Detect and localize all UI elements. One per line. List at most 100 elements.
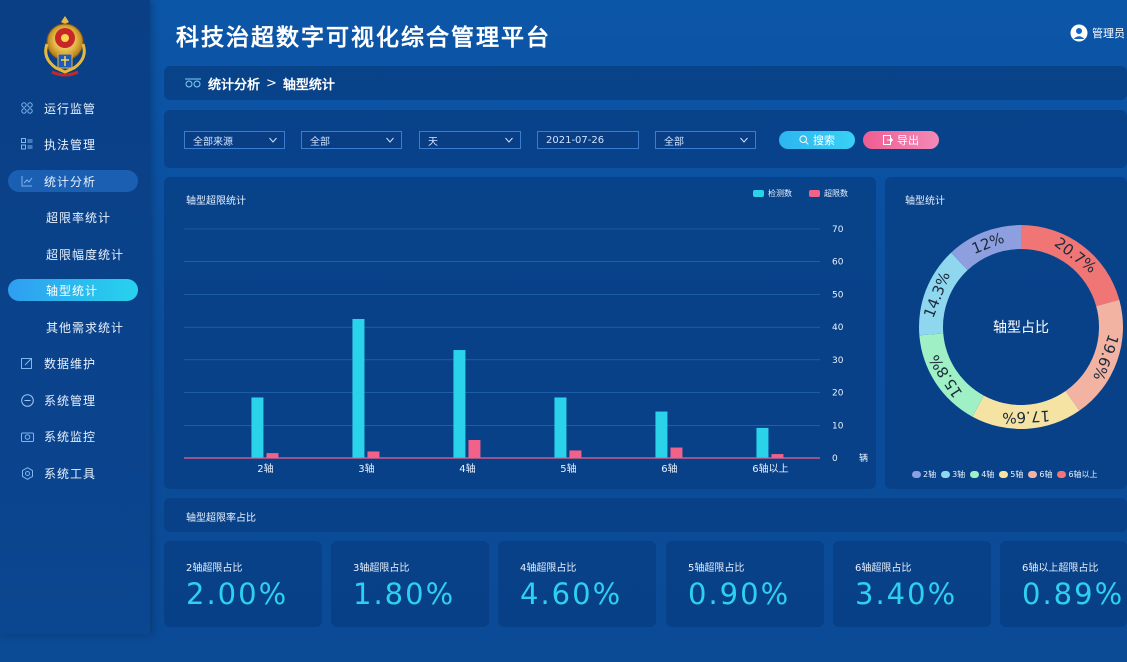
rate-card-value: 2.00% xyxy=(186,577,289,611)
bar-over[interactable] xyxy=(670,447,683,458)
period-select[interactable]: 天 xyxy=(419,131,521,149)
bar-detect[interactable] xyxy=(756,427,769,458)
user-menu[interactable]: 管理员 xyxy=(1070,24,1125,42)
sidebar-item-label: 其他需求统计 xyxy=(46,320,125,335)
search-button-label: 搜索 xyxy=(813,134,835,147)
x-tick-label: 6轴 xyxy=(661,462,677,475)
emblem-logo xyxy=(44,16,86,77)
list-icon xyxy=(20,137,34,151)
x-tick-label: 3轴 xyxy=(358,462,374,475)
pie-legend-item[interactable]: 6轴 xyxy=(1028,469,1052,480)
legend-swatch xyxy=(1028,471,1038,478)
rate-card-value: 1.80% xyxy=(353,577,456,611)
rate-card-value: 0.90% xyxy=(688,577,791,611)
bar-chart: 0 10 20 30 40 50 60 70 辆 2轴 3轴 4轴 5轴 6轴 6轴以上 xyxy=(184,225,868,475)
pie-legend-item[interactable]: 4轴 xyxy=(970,469,994,480)
legend-label: 4轴 xyxy=(981,470,995,479)
source-select[interactable]: 全部来源 xyxy=(184,131,285,149)
type-select-value: 全部 xyxy=(664,136,684,148)
chevron-down-icon xyxy=(269,137,277,143)
sidebar-item-overlimit-range[interactable]: 超限幅度统计 xyxy=(8,243,138,265)
legend-label: 6轴 xyxy=(1039,470,1053,479)
y-tick-label: 20 xyxy=(832,389,844,399)
legend-label: 3轴 xyxy=(952,470,966,479)
chevron-down-icon xyxy=(740,137,748,143)
breadcrumb-parent[interactable]: 统计分析 xyxy=(208,74,260,93)
rate-card-label: 6轴以上超限占比 xyxy=(1022,563,1099,574)
bar-detect[interactable] xyxy=(251,397,264,458)
sidebar-item-operation[interactable]: 运行监管 xyxy=(8,97,138,119)
y-tick-label: 10 xyxy=(832,421,844,431)
type-select[interactable]: 全部 xyxy=(655,131,756,149)
legend-label: 2轴 xyxy=(923,470,937,479)
donut-slice-label: 17.6% xyxy=(1002,407,1051,428)
sidebar-item-label: 数据维护 xyxy=(44,356,97,371)
rate-card-label: 6轴超限占比 xyxy=(855,563,912,574)
pie-legend-item[interactable]: 6轴以上 xyxy=(1057,469,1098,480)
rate-card-value: 4.60% xyxy=(520,577,623,611)
sidebar-item-label: 系统工具 xyxy=(44,466,97,481)
donut-chart: 20.7%19.6%17.6%15.8%14.3%12%轴型占比 xyxy=(919,225,1123,429)
legend-swatch xyxy=(970,471,980,478)
app-title: 科技治超数字可视化综合管理平台 xyxy=(176,25,551,51)
minus-circle-icon xyxy=(20,393,34,407)
sidebar: 运行监管 执法管理 统计分析 超限率统计 超限幅度统计 轴型统计 其他需求统计 … xyxy=(0,0,150,634)
export-button[interactable]: 导出 xyxy=(863,131,939,149)
rate-card-label: 3轴超限占比 xyxy=(353,563,410,574)
pie-legend-item[interactable]: 5轴 xyxy=(999,469,1023,480)
pie-chart-panel: 轴型统计 20.7% 19.6% 17.6% 15.8% 14.3% 12% 轴型占比 xyxy=(885,177,1127,489)
date-input[interactable]: 2021-07-26 xyxy=(537,131,639,149)
rate-card: 6轴以上超限占比 0.89% xyxy=(1000,541,1127,627)
bar-detect[interactable] xyxy=(453,350,466,458)
x-tick-label: 5轴 xyxy=(560,462,576,475)
breadcrumb-icon xyxy=(185,78,201,88)
rate-card-label: 4轴超限占比 xyxy=(520,563,577,574)
legend-swatch xyxy=(1057,471,1067,478)
rate-card-value: 3.40% xyxy=(855,577,958,611)
bar-detect[interactable] xyxy=(352,318,365,458)
x-tick-label: 4轴 xyxy=(459,462,475,475)
user-icon xyxy=(1070,24,1088,42)
sidebar-item-system-management[interactable]: 系统管理 xyxy=(8,389,138,411)
pie-legend-item[interactable]: 2轴 xyxy=(912,469,936,480)
bar-over[interactable] xyxy=(367,451,380,458)
x-tick-label: 6轴以上 xyxy=(752,462,788,475)
rate-card: 4轴超限占比 4.60% xyxy=(498,541,656,627)
sidebar-item-system-monitor[interactable]: 系统监控 xyxy=(8,425,138,447)
sidebar-item-label: 轴型统计 xyxy=(46,283,99,298)
rate-card-label: 2轴超限占比 xyxy=(186,563,243,574)
sidebar-item-other-stats[interactable]: 其他需求统计 xyxy=(8,316,138,338)
sidebar-item-label: 统计分析 xyxy=(44,174,97,189)
bar-over[interactable] xyxy=(266,453,279,458)
search-icon xyxy=(799,135,809,145)
bar-detect[interactable] xyxy=(655,411,668,458)
rate-title: 轴型超限率占比 xyxy=(186,513,256,524)
pie-legend-item[interactable]: 3轴 xyxy=(941,469,965,480)
source-select-value: 全部来源 xyxy=(193,136,233,148)
gear-icon xyxy=(20,466,34,480)
sidebar-item-enforcement[interactable]: 执法管理 xyxy=(8,133,138,155)
donut-slice[interactable] xyxy=(1021,225,1120,307)
export-icon xyxy=(883,135,893,145)
breadcrumb-current: 轴型统计 xyxy=(282,77,335,93)
legend-label: 5轴 xyxy=(1010,470,1024,479)
legend-label: 6轴以上 xyxy=(1068,470,1098,479)
bar-over[interactable] xyxy=(468,440,481,458)
rate-card: 5轴超限占比 0.90% xyxy=(666,541,824,627)
bar-detect[interactable] xyxy=(554,397,567,458)
chevron-down-icon xyxy=(386,137,394,143)
scope-select-value: 全部 xyxy=(310,136,330,148)
search-button[interactable]: 搜索 xyxy=(779,131,855,149)
y-tick-label: 60 xyxy=(832,258,844,268)
sidebar-item-overlimit-rate[interactable]: 超限率统计 xyxy=(8,206,138,228)
scope-select[interactable]: 全部 xyxy=(301,131,402,149)
x-tick-label: 2轴 xyxy=(257,462,273,475)
sidebar-item-statistics[interactable]: 统计分析 xyxy=(8,170,138,192)
bar-over[interactable] xyxy=(569,450,582,458)
edit-icon xyxy=(20,356,34,370)
sidebar-item-system-tools[interactable]: 系统工具 xyxy=(8,462,138,484)
sidebar-item-data-maintenance[interactable]: 数据维护 xyxy=(8,352,138,374)
sidebar-item-axle-stats[interactable]: 轴型统计 xyxy=(8,279,138,301)
sidebar-item-label: 执法管理 xyxy=(44,137,97,152)
sidebar-item-label: 系统管理 xyxy=(44,393,97,408)
